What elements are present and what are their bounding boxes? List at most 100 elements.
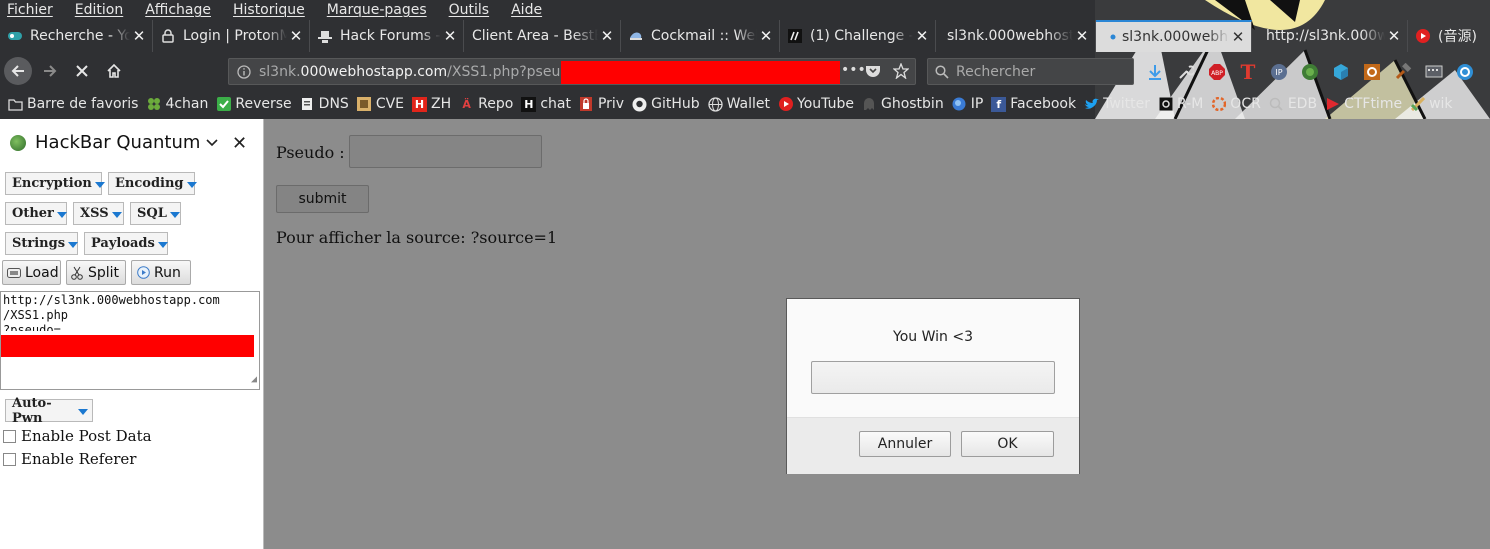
ocr-icon	[1211, 97, 1226, 112]
tab-challenge[interactable]: (1) Challenge - ✕	[780, 20, 936, 52]
close-icon[interactable]: ✕	[1073, 27, 1091, 45]
checkbox-box[interactable]	[3, 452, 16, 466]
dropdown-encoding[interactable]: Encoding	[108, 172, 197, 195]
caret-down-icon	[56, 211, 67, 218]
bookmark-ip[interactable]: IP	[952, 96, 983, 112]
adblock-icon[interactable]: ABP	[1207, 62, 1227, 82]
dialog-input[interactable]	[811, 361, 1055, 394]
tab-cockmail[interactable]: Cockmail :: Web ✕	[621, 20, 780, 52]
bookmark-youtube[interactable]: YouTube	[778, 96, 854, 112]
bookmark-ghostbin[interactable]: Ghostbin	[862, 96, 944, 112]
bookmark-twitter[interactable]: Twitter	[1084, 96, 1150, 112]
close-icon[interactable]: ✕	[598, 27, 616, 45]
refresh-circle-icon[interactable]	[1455, 62, 1475, 82]
bookmark-reverse[interactable]: Reverse	[216, 96, 292, 112]
hackbar-icon[interactable]	[1300, 62, 1320, 82]
resize-grip-icon[interactable]: ◢	[251, 372, 257, 387]
bookmark-priv[interactable]: Priv	[579, 96, 624, 112]
close-icon[interactable]: ✕	[287, 27, 305, 45]
bookmark-ocr[interactable]: OCR	[1211, 96, 1261, 112]
menu-historique[interactable]: Historique	[233, 2, 305, 18]
dropdown-encryption[interactable]: Encryption	[5, 172, 105, 195]
bookmark-wiki[interactable]: wik	[1410, 96, 1453, 112]
load-button[interactable]: Load	[2, 260, 61, 285]
bookmark-zh[interactable]: H ZH	[412, 96, 451, 112]
menu-affichage[interactable]: Affichage	[145, 2, 211, 18]
bookmark-4chan[interactable]: 4chan	[146, 96, 208, 112]
download-icon[interactable]	[1145, 62, 1165, 82]
tab-protonmail[interactable]: Login | ProtonM ✕	[153, 20, 310, 52]
menu-outils[interactable]: Outils	[449, 2, 489, 18]
menu-edition[interactable]: Edition	[75, 2, 123, 18]
enable-post-data-checkbox[interactable]: Enable Post Data	[3, 427, 152, 445]
dropdown-strings[interactable]: Strings	[5, 232, 79, 255]
ok-button[interactable]: OK	[961, 431, 1054, 457]
bookmark-star-icon[interactable]	[892, 62, 910, 83]
bookmark-ctftime[interactable]: CTFtime	[1325, 96, 1402, 112]
dropdown-xss[interactable]: XSS	[73, 202, 124, 225]
bookmark-chat[interactable]: Hchat	[521, 96, 571, 112]
bookmark-repo[interactable]: Ä Repo	[459, 96, 513, 112]
hackbar-close-button[interactable]: ✕	[232, 133, 247, 154]
svg-text:IP: IP	[1275, 68, 1282, 77]
cancel-button[interactable]: Annuler	[859, 431, 951, 457]
bookmark-label: Repo	[478, 96, 514, 112]
close-icon[interactable]: ✕	[130, 27, 148, 45]
tab-youtube[interactable]: (音源)	[1408, 20, 1490, 52]
ip-icon[interactable]: IP	[1269, 62, 1289, 82]
tab-hackforums[interactable]: Hack Forums - ✕	[310, 20, 464, 52]
tab-recherche[interactable]: Recherche - Yo ✕	[0, 20, 153, 52]
forward-button[interactable]	[36, 57, 64, 85]
stop-button[interactable]	[68, 57, 96, 85]
wiki-icon	[1410, 97, 1425, 112]
pseudo-input[interactable]	[349, 135, 542, 168]
screen-icon[interactable]	[1424, 62, 1444, 82]
info-icon[interactable]	[229, 64, 259, 79]
menu-marque-pages[interactable]: Marque-pages	[327, 2, 427, 18]
dropdown-sql[interactable]: SQL	[130, 202, 181, 225]
bookmark-edb[interactable]: EDB	[1269, 96, 1317, 112]
close-icon[interactable]: ✕	[757, 27, 775, 45]
hackbar-header[interactable]: HackBar Quantum	[10, 132, 218, 153]
bookmark-barre-de-favoris[interactable]: Barre de favoris	[8, 96, 138, 112]
menu-fichier[interactable]: Fichier	[7, 2, 53, 18]
gear-icon[interactable]	[1362, 62, 1382, 82]
bookmark-wallet[interactable]: Wallet	[707, 96, 770, 112]
hammer-icon[interactable]	[1393, 62, 1413, 82]
url-textarea[interactable]: http://sl3nk.000webhostapp.com /XSS1.php…	[0, 291, 260, 390]
search-bar[interactable]: Rechercher	[927, 58, 1134, 85]
close-icon[interactable]: ✕	[1229, 28, 1247, 46]
dropdown-payloads[interactable]: Payloads	[84, 232, 168, 255]
bookmark-rm[interactable]: R-M	[1158, 96, 1203, 112]
bookmark-label: OCR	[1230, 96, 1261, 112]
bookmark-github[interactable]: GitHub	[632, 96, 700, 112]
bookmark-cve[interactable]: CVE	[357, 96, 404, 112]
dropdown-other[interactable]: Other	[5, 202, 67, 225]
wrench-icon[interactable]	[1176, 62, 1196, 82]
home-button[interactable]	[100, 57, 128, 85]
tab-client-area[interactable]: Client Area - BestB ✕	[464, 20, 621, 52]
enable-referer-checkbox[interactable]: Enable Referer	[3, 450, 136, 468]
cube-icon[interactable]	[1331, 62, 1351, 82]
pocket-icon[interactable]	[865, 64, 881, 82]
tab-sl3nk-1[interactable]: sl3nk.000webhost ✕	[936, 20, 1096, 52]
dropdown-label: Auto-Pwn	[12, 395, 52, 426]
challenge-icon	[788, 29, 802, 43]
close-icon[interactable]: ✕	[1385, 27, 1403, 45]
run-button[interactable]: Run	[131, 260, 191, 285]
page-actions-icon[interactable]: •••	[841, 62, 866, 78]
bookmark-dns[interactable]: DNS	[300, 96, 349, 112]
submit-button[interactable]: submit	[276, 185, 369, 213]
url-bar[interactable]: sl3nk. 000webhostapp.com/XSS1.php?pseudo=…	[228, 58, 916, 85]
back-button[interactable]	[4, 57, 32, 85]
tab-sl3nk-active[interactable]: sl3nk.000webh ✕	[1096, 20, 1252, 52]
close-icon[interactable]: ✕	[913, 27, 931, 45]
split-button[interactable]: Split	[66, 260, 126, 285]
menu-aide[interactable]: Aide	[511, 2, 542, 18]
checkbox-box[interactable]	[3, 429, 16, 443]
dropdown-auto-pwn[interactable]: Auto-Pwn	[5, 396, 93, 426]
bookmark-facebook[interactable]: f Facebook	[991, 96, 1076, 112]
close-icon[interactable]: ✕	[441, 27, 459, 45]
translate-icon[interactable]: T	[1238, 60, 1258, 84]
tab-sl3nk-http[interactable]: http://sl3nk.000we ✕	[1252, 20, 1408, 52]
